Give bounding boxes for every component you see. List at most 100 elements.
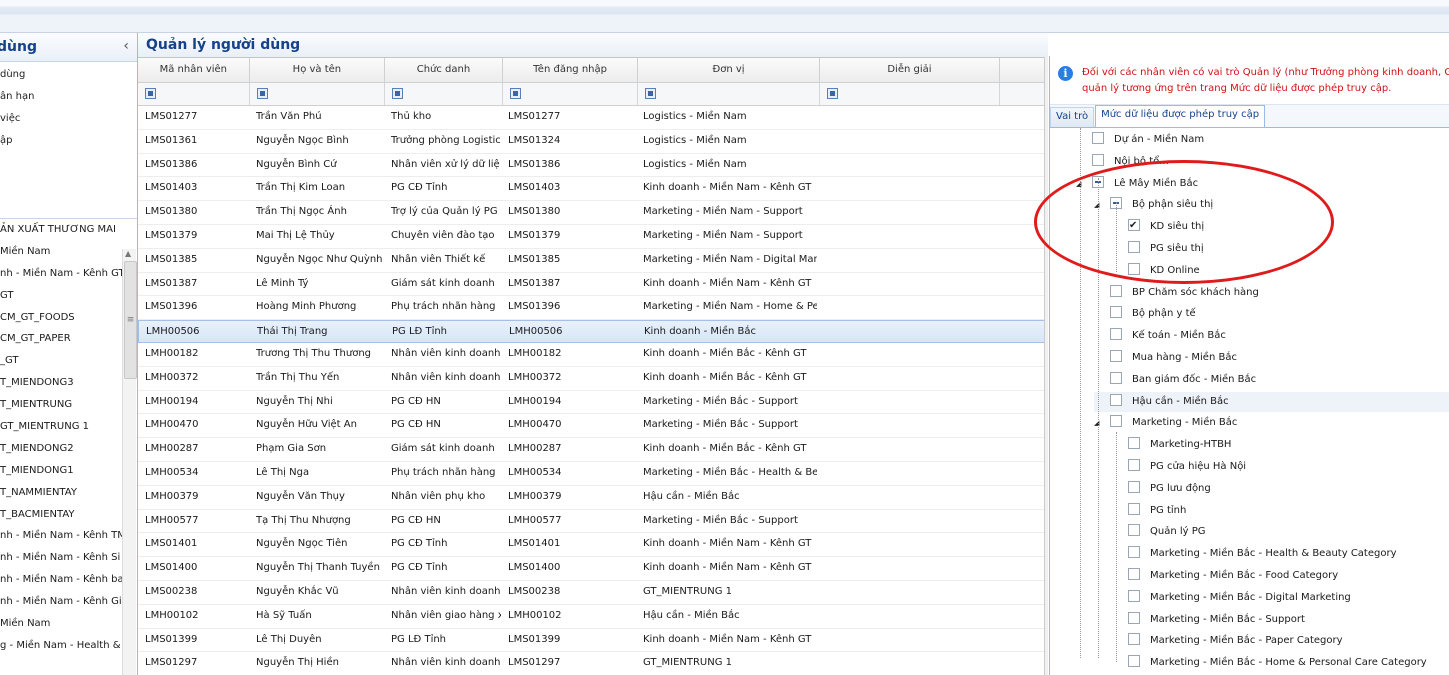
tree-node[interactable]: Quản lý PG [1112,522,1206,542]
table-row[interactable]: LMS01385 Nguyễn Ngọc Như Quỳnh Nhân viên T… [138,249,1048,273]
tree-node[interactable]: Marketing - Miền Bắc - Support [1112,610,1305,630]
tree-checkbox[interactable] [1110,393,1122,406]
org-list-item[interactable]: T_BACMIENTAY [0,504,137,526]
tree-node[interactable]: Marketing-HTBH [1112,435,1231,455]
tree-node[interactable]: PG cửa hiệu Hà Nội [1112,457,1246,477]
filter-icon[interactable] [145,88,156,99]
tree-checkbox[interactable] [1128,480,1140,493]
filter-icon[interactable] [509,88,521,99]
table-row[interactable]: LMS00238 Nguyễn Khắc Vũ Nhân viên kinh doa… [138,581,1048,605]
tree-checkbox[interactable] [1128,241,1140,253]
org-list-item[interactable]: T_MIENTRUNG [0,394,137,416]
tree-checkbox[interactable] [1110,306,1122,319]
left-menu-item[interactable]: ân hạn [0,86,137,108]
table-row[interactable]: LMS01396 Hoàng Minh Phương Phụ trách nhãn … [138,296,1048,321]
tree-node[interactable]: ◢ Marketing - Miền Bắc [1094,413,1237,433]
tree-node[interactable]: KD Online [1112,261,1200,281]
tree-node[interactable]: PG tỉnh [1112,501,1186,521]
tree-node[interactable]: Hậu cần - Miền Bắc [1094,391,1449,412]
collapse-node-icon[interactable]: ◢ [1094,413,1104,433]
scroll-up-icon[interactable]: ▲ [125,249,131,258]
org-list-item[interactable]: T_MIENDONG1 [0,460,137,482]
table-row[interactable]: LMH00534 Lê Thị Nga Phụ trách nhãn hàng LMH… [138,462,1048,486]
table-row[interactable]: LMH00372 Trần Thị Thu Yến Nhân viên kinh d… [138,367,1048,391]
tree-checkbox[interactable] [1128,611,1140,624]
tree-checkbox[interactable] [1128,459,1140,471]
tree-checkbox[interactable] [1128,502,1140,515]
table-row[interactable]: LMS01403 Trần Thị Kim Loan PG CĐ Tỉnh LMS01… [138,177,1048,202]
tree-checkbox[interactable] [1128,633,1140,646]
filter-icon[interactable] [256,88,268,99]
table-row[interactable]: LMS01387 Lê Minh Tý Giám sát kinh doanh LMS… [138,273,1048,297]
table-row[interactable]: LMH00194 Nguyễn Thị Nhi PG CĐ HN LMH00194 Ma… [138,391,1048,415]
org-list-item[interactable]: Miền Nam [0,241,137,263]
tree-node[interactable]: ◢ Lê Mây Miền Bắc [1076,174,1198,194]
filter-icon[interactable] [826,88,838,99]
org-list-item[interactable]: CM_GT_PAPER [0,328,137,350]
tree-node[interactable]: Bộ phận y tế [1094,304,1196,324]
table-row[interactable]: LMS01277 Trần Văn Phú Thủ kho LMS01277 Logis… [138,106,1048,130]
column-header[interactable]: Tên đăng nhập [503,58,639,82]
grid-scrollbar[interactable] [1044,57,1048,675]
table-row[interactable]: LMS01400 Nguyễn Thị Thanh Tuyền PG CĐ Tỉnh… [138,557,1048,581]
column-header[interactable]: Mã nhân viên [138,58,250,82]
org-list-item[interactable]: T_MIENDONG2 [0,438,137,460]
table-row[interactable]: LMH00577 Tạ Thị Thu Nhượng PG CĐ HN LMH0057… [138,510,1048,534]
tree-checkbox[interactable] [1128,568,1140,580]
table-row[interactable]: LMS01386 Nguyễn Bình Cứ Nhân viên xử lý dữ… [138,154,1048,178]
column-header[interactable]: Diễn giải [820,58,1001,82]
tree-node[interactable]: KD siêu thị [1112,216,1204,237]
left-menu-item[interactable]: dùng [0,64,137,86]
org-list-item[interactable]: GT_MIENTRUNG 1 [0,416,137,438]
column-header[interactable]: Họ và tên [250,58,386,82]
org-list-item[interactable]: nh - Miền Nam - Kênh Si [0,547,137,569]
tree-node[interactable]: Ban giám đốc - Miền Bắc [1094,370,1256,390]
tree-node[interactable]: Dự án - Miền Nam [1076,130,1204,150]
collapse-node-icon[interactable]: ◢ [1094,195,1104,215]
tree-checkbox[interactable] [1128,262,1140,275]
tree-node[interactable]: Marketing - Miền Bắc - Food Category [1112,566,1338,586]
tree-checkbox[interactable] [1092,132,1104,144]
column-header[interactable]: Chức danh [385,58,503,82]
org-list-item[interactable]: T_MIENDONG3 [0,372,137,394]
scroll-thumb[interactable]: ≡ [124,261,137,379]
tree-node[interactable]: BP Chăm sóc khách hàng [1094,283,1259,303]
org-list-item[interactable]: nh - Miền Nam - Kênh GT [0,263,137,285]
tree-node[interactable]: Nội bộ tổ... [1076,152,1169,172]
table-row[interactable]: LMH00287 Phạm Gia Sơn Giám sát kinh doanh L… [138,438,1048,462]
table-row[interactable]: LMS01401 Nguyễn Ngọc Tiên PG CĐ Tỉnh LMS014… [138,533,1048,558]
tree-node[interactable]: Kế toán - Miền Bắc [1094,326,1226,346]
table-row[interactable]: LMS01380 Trần Thị Ngọc Ánh Trợ lý của Quản… [138,201,1048,225]
tree-node[interactable]: Marketing - Miền Bắc - Home & Personal C… [1112,653,1427,673]
tab-item[interactable]: Vai trò [1050,107,1095,127]
left-list-scrollbar[interactable]: ▲ ≡ [122,249,137,675]
tree-checkbox[interactable] [1110,415,1122,428]
tree-checkbox[interactable] [1110,328,1122,341]
filter-icon[interactable] [645,88,657,99]
org-list-item[interactable]: GT [0,285,137,307]
filter-icon[interactable] [392,88,404,99]
table-row[interactable]: LMH00379 Nguyễn Văn Thụy Nhân viên phụ kho… [138,486,1048,510]
tree-node[interactable]: Mua hàng - Miền Bắc [1094,348,1237,368]
org-list-item[interactable]: ẢN XUẤT THƯƠNG MAI [0,219,137,241]
tree-node[interactable]: Marketing - Miền Bắc - Digital Marketing [1112,588,1351,608]
org-list-item[interactable]: _GT [0,350,137,372]
table-row[interactable]: LMS01379 Mai Thị Lệ Thủy Chuyên viên đào t… [138,225,1048,249]
table-row[interactable]: LMH00506 Thái Thị Trang PG LĐ Tỉnh LMH00506… [138,320,1048,343]
left-menu-item[interactable]: việc [0,108,137,130]
org-list-item[interactable]: nh - Miền Nam - Kênh TM [0,525,137,547]
tree-checkbox[interactable] [1110,371,1122,384]
org-list-item[interactable]: Miền Nam [0,613,137,635]
tree-node[interactable]: ◢ Bộ phận siêu thị [1094,195,1213,215]
table-row[interactable]: LMH00470 Nguyễn Hữu Việt An PG CĐ HN LMH004… [138,414,1048,439]
column-header[interactable]: Đơn vị [638,58,820,82]
org-list-item[interactable]: nh - Miền Nam - Kênh ba [0,569,137,591]
org-list-item[interactable]: g - Miền Nam - Health & [0,635,137,657]
table-row[interactable]: LMH00102 Hà Sỹ Tuấn Nhân viên giao hàng x L… [138,605,1048,629]
table-row[interactable]: LMS01399 Lê Thị Duyên PG LĐ Tỉnh LMS01399 Ki… [138,629,1048,653]
left-menu-item[interactable]: ập [0,130,137,152]
tree-node[interactable]: Marketing - Miền Bắc - Health & Beauty C… [1112,544,1397,564]
tree-node[interactable]: Marketing - Miền Bắc - Paper Category [1112,631,1343,651]
tree-checkbox[interactable] [1110,284,1122,297]
org-list-item[interactable]: CM_GT_FOODS [0,307,137,329]
